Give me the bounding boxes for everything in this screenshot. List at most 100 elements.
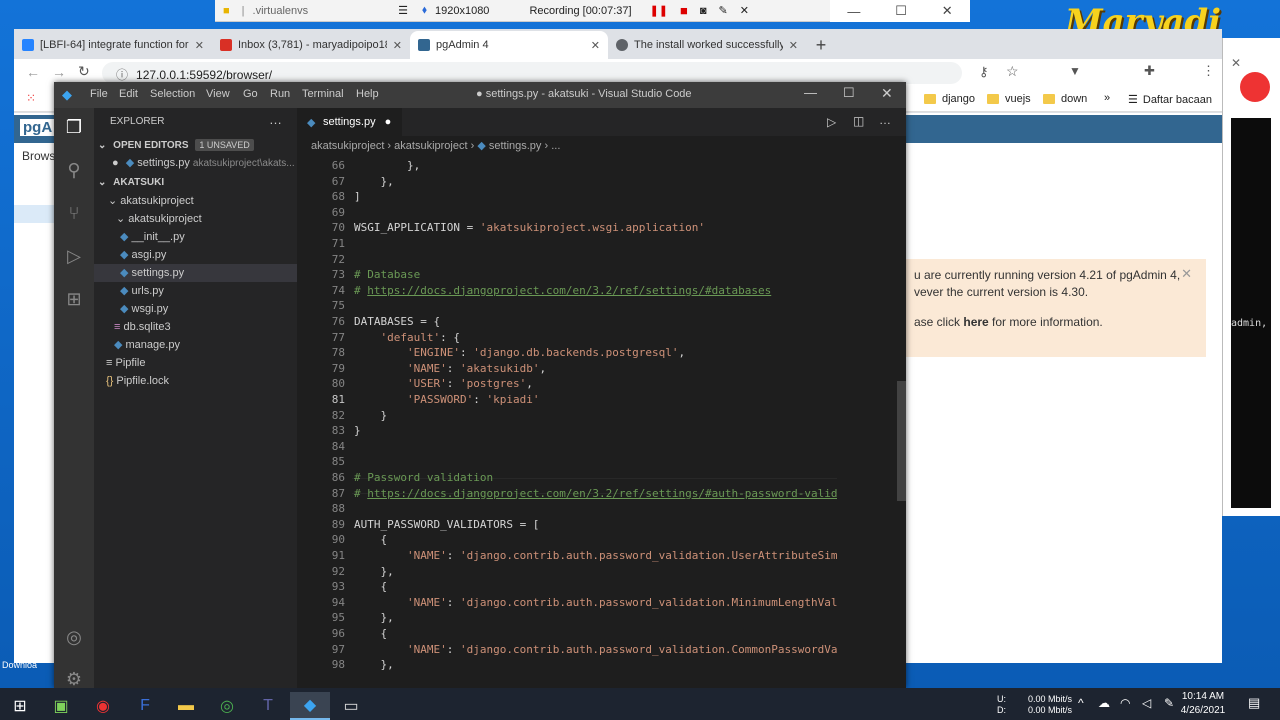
notification-icon[interactable]: ▤ xyxy=(1248,695,1260,711)
maximize-icon[interactable]: ☐ xyxy=(895,3,907,19)
tree-file[interactable]: ◆ urls.py xyxy=(94,282,297,300)
chrome-tab-pgadmin[interactable]: pgAdmin 4 ✕ xyxy=(410,31,608,59)
record-button-icon[interactable] xyxy=(1240,72,1270,102)
editor-tab-settings[interactable]: ◆ settings.py ● xyxy=(297,108,402,136)
key-icon[interactable]: ⚷ xyxy=(979,64,989,80)
close-tab-icon[interactable]: ✕ xyxy=(393,39,402,52)
explorer-icon[interactable]: ❐ xyxy=(63,116,85,138)
camera-icon[interactable]: ◙ xyxy=(700,5,707,17)
address-bar[interactable]: ⓘ 127.0.0.1:59592/browser/ xyxy=(102,62,962,84)
source-control-icon[interactable]: ⑂ xyxy=(63,202,85,224)
open-editors-header[interactable]: ⌄ OPEN EDITORS 1 UNSAVED xyxy=(94,136,297,154)
close-icon[interactable]: ✕ xyxy=(881,85,893,102)
bookmark-vuejs[interactable]: vuejs xyxy=(987,93,1031,105)
clock-time[interactable]: 10:14 AM xyxy=(1178,691,1228,702)
chevron-up-icon[interactable]: ^ xyxy=(1078,696,1084,710)
star-icon[interactable]: ☆ xyxy=(1006,63,1019,80)
menu-file[interactable]: File xyxy=(90,88,108,100)
new-tab-button[interactable]: + xyxy=(806,31,836,59)
close-tab-icon[interactable]: ✕ xyxy=(591,39,600,52)
minimize-icon[interactable]: — xyxy=(847,4,860,19)
menu-run[interactable]: Run xyxy=(270,88,290,100)
recorder-icon[interactable]: ◉ xyxy=(83,692,123,720)
clock-date[interactable]: 4/26/2021 xyxy=(1178,705,1228,716)
pause-icon[interactable]: ❚❚ xyxy=(650,4,668,17)
chrome-tab-gmail[interactable]: Inbox (3,781) - maryadipoipo187 ✕ xyxy=(212,31,410,59)
notepad-icon[interactable]: ▣ xyxy=(41,692,81,720)
tree-file[interactable]: ◆ manage.py xyxy=(94,336,297,354)
tree-file-selected[interactable]: ◆ settings.py xyxy=(94,264,297,282)
minimize-icon[interactable]: — xyxy=(804,85,817,100)
more-icon[interactable]: ⋮ xyxy=(1202,63,1215,79)
maximize-icon[interactable]: ☐ xyxy=(843,85,855,101)
chrome-tab-jira[interactable]: [LBFI-64] integrate function for ✕ xyxy=(14,31,212,59)
reload-icon[interactable]: ↻ xyxy=(78,63,90,80)
minimap[interactable] xyxy=(837,156,897,688)
tree-file[interactable]: ◆ asgi.py xyxy=(94,246,297,264)
reading-list[interactable]: ☰ Daftar bacaan xyxy=(1128,93,1212,107)
chrome-tab-django[interactable]: The install worked successfully! C ✕ xyxy=(608,31,806,59)
breadcrumb-item[interactable]: akatsukiproject xyxy=(311,140,384,152)
tree-file[interactable]: ◆ __init__.py xyxy=(94,228,297,246)
close-icon[interactable]: ✕ xyxy=(942,3,953,19)
breadcrumb-item[interactable]: settings.py xyxy=(489,140,542,152)
teams-icon[interactable]: T xyxy=(248,692,288,720)
breadcrumb-item[interactable]: akatsukiproject xyxy=(394,140,467,152)
tree-file[interactable]: ≡ Pipfile xyxy=(94,354,297,372)
bookmark-down[interactable]: down xyxy=(1043,93,1087,105)
menu-help[interactable]: Help xyxy=(356,88,379,100)
split-editor-icon[interactable]: ◫ xyxy=(853,114,864,128)
menu-view[interactable]: View xyxy=(206,88,230,100)
breadcrumb-item[interactable]: ... xyxy=(551,140,560,152)
chrome-icon[interactable]: ◎ xyxy=(207,692,247,720)
filezilla-icon[interactable]: F xyxy=(125,692,165,720)
account-icon[interactable]: ◎ xyxy=(63,626,85,648)
tree-selected-row[interactable] xyxy=(14,205,54,223)
extensions-icon[interactable]: ⊞ xyxy=(63,288,85,310)
more-actions-icon[interactable]: … xyxy=(269,112,282,127)
editor-scrollbar[interactable] xyxy=(897,156,906,688)
code-editor[interactable]: 66 }, 67 }, 68] 69 70 WSGI_APPLICATION = 'aka… xyxy=(297,156,837,688)
tree-file[interactable]: {} Pipfile.lock xyxy=(94,372,297,390)
pen-icon[interactable]: ✎ xyxy=(1164,696,1174,710)
run-file-icon[interactable]: ▷ xyxy=(827,115,836,129)
back-icon[interactable]: ← xyxy=(26,64,40,80)
notice-link[interactable]: here xyxy=(963,315,988,329)
terminal-taskbar-icon[interactable]: ▭ xyxy=(331,692,371,720)
menu-selection[interactable]: Selection xyxy=(150,88,195,100)
start-windows-icon[interactable]: ⊞ xyxy=(0,692,40,720)
menu-edit[interactable]: Edit xyxy=(119,88,138,100)
terminal-close-icon[interactable]: ✕ xyxy=(1231,56,1241,70)
unsaved-dot-icon[interactable]: ● xyxy=(385,116,392,128)
bookmarks-overflow-icon[interactable]: » xyxy=(1104,92,1110,104)
close-tab-icon[interactable]: ✕ xyxy=(195,39,204,52)
pin-icon[interactable]: ⬧ xyxy=(422,4,427,17)
pen-icon[interactable]: ✎ xyxy=(719,4,728,17)
vscode-taskbar-icon[interactable]: ◆ xyxy=(290,692,330,720)
stop-icon[interactable]: ■ xyxy=(680,3,688,18)
search-icon[interactable]: ⚲ xyxy=(63,159,85,181)
tree-folder[interactable]: ⌄ akatsukiproject xyxy=(94,192,297,210)
apps-icon[interactable]: ⁙ xyxy=(26,91,36,105)
menu-icon[interactable]: ☰ xyxy=(398,4,408,17)
workspace-header[interactable]: ⌄ AKATSUKI xyxy=(94,174,297,192)
close-recorder-icon[interactable]: ✕ xyxy=(740,4,749,17)
scrollbar-thumb[interactable] xyxy=(897,381,906,501)
filter-icon[interactable]: ▼ xyxy=(1069,64,1081,78)
tree-file[interactable]: ◆ wsgi.py xyxy=(94,300,297,318)
tree-file[interactable]: ≡ db.sqlite3 xyxy=(94,318,297,336)
speaker-icon[interactable]: ◁ xyxy=(1142,696,1151,710)
extensions-icon[interactable]: ✚ xyxy=(1144,63,1155,79)
terminal-output[interactable]: admin, xyxy=(1231,118,1271,508)
forward-icon[interactable]: → xyxy=(52,64,66,80)
open-editor-item[interactable]: ● ◆ settings.py akatsukiproject\akats... xyxy=(94,154,297,172)
settings-gear-icon[interactable]: ⚙ xyxy=(63,668,85,690)
menu-go[interactable]: Go xyxy=(243,88,258,100)
more-actions-icon[interactable]: … xyxy=(879,113,891,127)
bookmark-django[interactable]: django xyxy=(924,93,975,105)
close-tab-icon[interactable]: ✕ xyxy=(789,39,798,52)
menu-terminal[interactable]: Terminal xyxy=(302,88,344,100)
tree-folder[interactable]: ⌄ akatsukiproject xyxy=(94,210,297,228)
run-debug-icon[interactable]: ▷ xyxy=(63,245,85,267)
cloud-icon[interactable]: ☁ xyxy=(1098,696,1110,710)
